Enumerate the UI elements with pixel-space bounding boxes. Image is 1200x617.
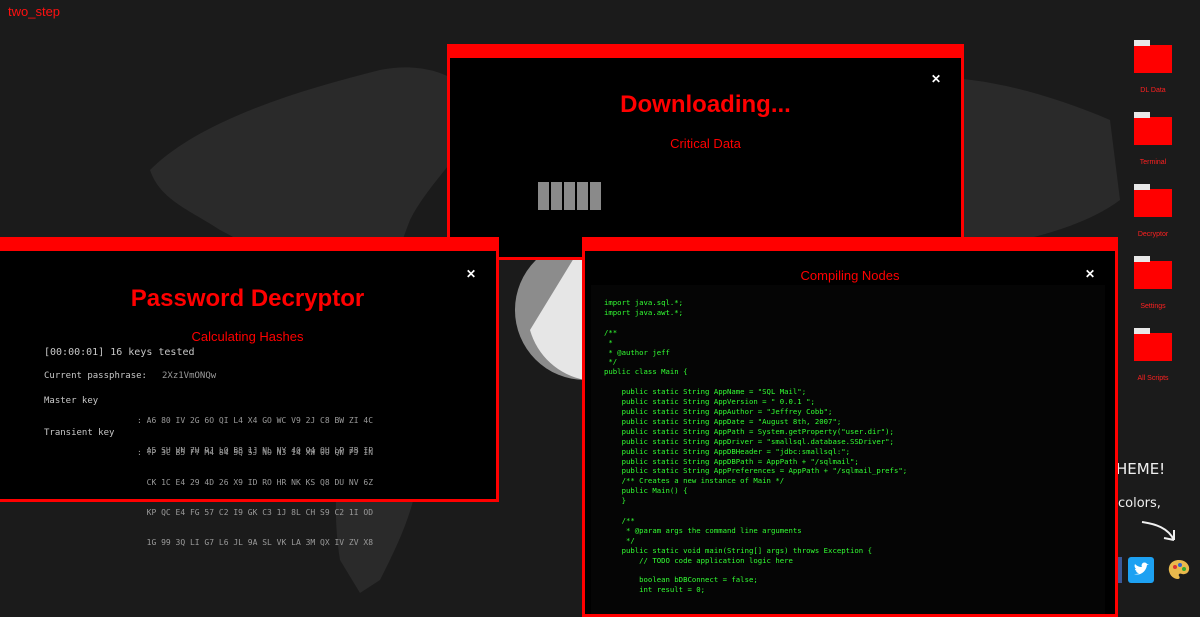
- code-line: ​: [604, 506, 1105, 516]
- code-line: /** Creates a new instance of Main */: [604, 476, 785, 486]
- code-line: ​: [604, 377, 1105, 387]
- twitter-icon[interactable]: [1128, 557, 1154, 583]
- folder-icon: [1134, 112, 1172, 145]
- code-line: import java.awt.*;: [604, 307, 684, 317]
- desktop-icon-label: DL Data: [1140, 87, 1166, 94]
- code-line: public class Main {: [604, 367, 688, 377]
- code-line: }: [604, 496, 626, 506]
- download-subtitle: Critical Data: [670, 136, 741, 151]
- code-line: */: [604, 535, 635, 545]
- code-line: public static String AppPreferences = Ap…: [604, 466, 908, 476]
- desktop-icon-label: All Scripts: [1137, 375, 1169, 382]
- desktop-icon-terminal[interactable]: Terminal: [1123, 112, 1183, 166]
- code-line: // TODO code application logic here: [604, 555, 793, 565]
- code-line: public Main() {: [604, 486, 688, 496]
- transient-key-label: Transient key: [44, 428, 115, 438]
- code-lines: import java.sql.*;import java.awt.*;​/**…: [591, 285, 1105, 595]
- code-output: import java.sql.*;import java.awt.*;​/**…: [591, 285, 1105, 614]
- code-line: public static String AppAuthor = "Jeffre…: [604, 406, 833, 416]
- code-line: public static String AppName = "SQL Mail…: [604, 387, 807, 397]
- code-line: import java.sql.*;: [604, 298, 684, 307]
- desktop-icon-settings[interactable]: Settings: [1123, 256, 1183, 310]
- progress-block: [590, 182, 601, 210]
- desktop-icon-label: Decryptor: [1137, 231, 1169, 238]
- desktop-icon-label: Settings: [1140, 303, 1166, 310]
- code-line: int result = 0;: [604, 585, 706, 595]
- code-line: boolean bDBConnect = false;: [604, 575, 758, 585]
- theme-heading-partial: HEME!: [1116, 460, 1166, 478]
- code-line: public static String AppDate = "August 8…: [604, 416, 842, 426]
- transient-key-value: : YP 3C B5 FY M4 84 5Q 5J NO N3 14 XW 0O…: [137, 448, 374, 547]
- app-brand[interactable]: two_step: [8, 4, 60, 19]
- code-line: public static String AppDBPath = AppPath…: [604, 456, 859, 466]
- close-icon[interactable]: ✕: [931, 72, 941, 86]
- decryptor-subtitle: Calculating Hashes: [191, 329, 304, 344]
- code-line: public static String AppPath = System.ge…: [604, 426, 894, 436]
- code-line: public static String AppDriver = "smalls…: [604, 436, 894, 446]
- code-line: ​: [604, 565, 1105, 575]
- progress-block: [564, 182, 575, 210]
- code-line: public static String AppDBHeader = "jdbc…: [604, 446, 851, 456]
- folder-icon: [1134, 40, 1172, 73]
- code-line: * @author jeff: [604, 347, 670, 357]
- download-title: Downloading...: [620, 91, 791, 118]
- compile-title: Compiling Nodes: [800, 268, 900, 283]
- desktop-icon-decryptor[interactable]: Decryptor: [1123, 184, 1183, 238]
- master-key-label: Master key: [44, 396, 99, 406]
- close-icon[interactable]: ✕: [466, 267, 476, 281]
- code-line: /**: [604, 327, 618, 337]
- code-line: * @param args the command line arguments: [604, 525, 802, 535]
- decryptor-title: Password Decryptor: [130, 285, 365, 312]
- folder-icon: [1134, 328, 1172, 361]
- colors-text-partial: colors,: [1118, 496, 1161, 511]
- desktop-icon-label: Terminal: [1139, 159, 1167, 166]
- progress-block: [538, 182, 549, 210]
- compile-window[interactable]: ✕ Compiling Nodes import java.sql.*; impo…: [582, 237, 1118, 617]
- folder-icon: [1134, 256, 1172, 289]
- progress-block: [551, 182, 562, 210]
- passphrase-label: Current passphrase:: [44, 371, 147, 381]
- code-line: */: [604, 357, 618, 367]
- code-line: ​: [604, 318, 1105, 328]
- download-window[interactable]: ✕ Downloading... Critical Data: [447, 44, 964, 260]
- pie-decoration: [514, 240, 585, 380]
- folder-icon: [1134, 184, 1172, 217]
- arrow-icon: [1141, 521, 1175, 541]
- code-line: /**: [604, 515, 635, 525]
- code-line: *: [604, 337, 613, 347]
- progress-block: [577, 182, 588, 210]
- code-line: public static String AppVersion = " 0.0.…: [604, 397, 815, 407]
- code-line: public static void main(String[] args) t…: [604, 545, 872, 555]
- decryptor-window[interactable]: ✕ Password Decryptor Calculating Hashes …: [0, 237, 499, 547]
- palette-icon[interactable]: [1166, 557, 1192, 583]
- desktop-icon-dl-data[interactable]: DL Data: [1123, 40, 1183, 94]
- passphrase-value: 2Xz1VmONQw: [162, 371, 217, 381]
- keys-tested-status: [00:00:01] 16 keys tested: [44, 347, 195, 358]
- desktop-icon-all-scripts[interactable]: All Scripts: [1123, 328, 1183, 382]
